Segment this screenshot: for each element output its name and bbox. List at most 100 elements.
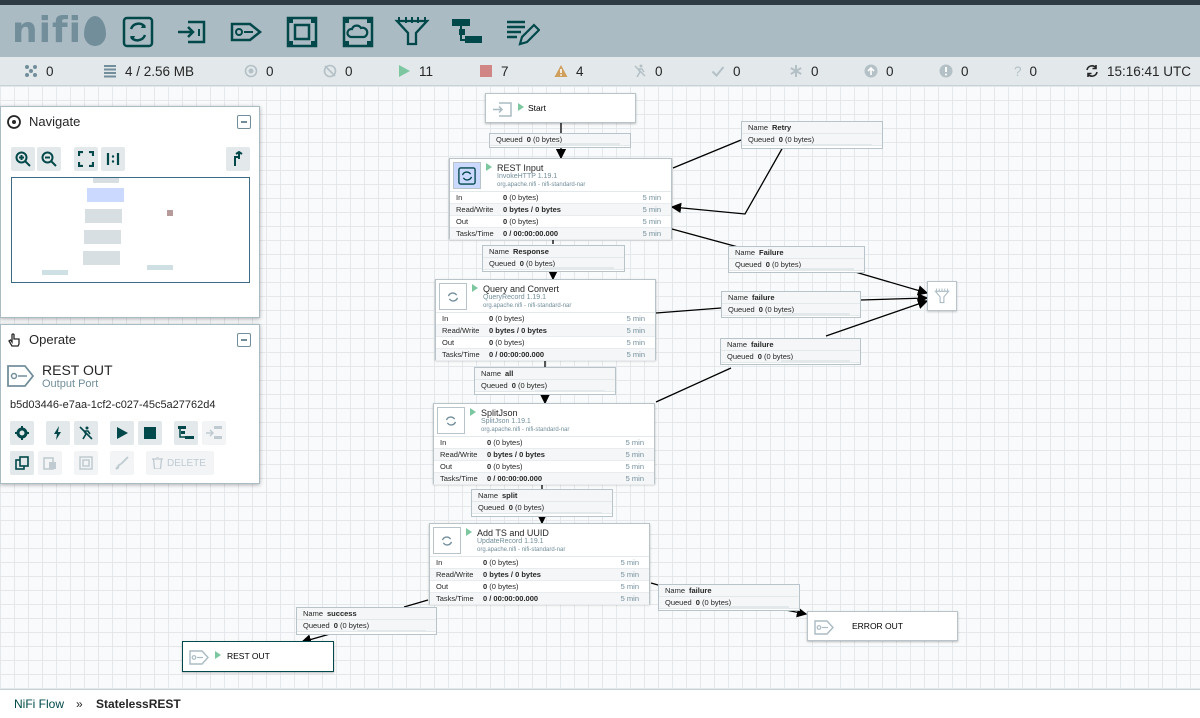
connection-success[interactable]: Name success Queued 0 (0 bytes) <box>296 607 437 635</box>
minimize-operate-button[interactable] <box>237 333 251 347</box>
processor-query-and-convert[interactable]: Query and Convert QueryRecord 1.19.1 org… <box>435 279 656 361</box>
input-port-icon[interactable] <box>174 14 210 50</box>
output-port-icon <box>7 365 35 387</box>
funnel-icon <box>934 288 950 304</box>
connection-start-to-rest-input[interactable]: Queued 0 (0 bytes) <box>489 133 631 148</box>
disabled-icon <box>79 426 93 440</box>
paint-brush-icon <box>115 456 129 470</box>
processor-icon <box>437 407 465 434</box>
processor-bundle: org.apache.nifi - nifi-standard-nar <box>483 303 572 309</box>
gear-icon <box>15 426 29 440</box>
label-icon[interactable] <box>504 14 541 50</box>
start-input-port[interactable]: Start <box>485 93 636 123</box>
processor-name: SplitJson <box>481 408 518 418</box>
connection-failure-query[interactable]: Name failure Queued 0 (0 bytes) <box>721 291 861 318</box>
selected-component-name: REST OUT <box>42 362 113 378</box>
refresh-icon[interactable] <box>1085 64 1099 78</box>
last-refreshed[interactable]: 15:16:41 UTC <box>1085 63 1191 81</box>
stat-out: Out 0 (0 bytes) 5 min <box>450 216 671 228</box>
running-indicator <box>215 651 221 659</box>
breadcrumb-current[interactable]: StatelessREST <box>96 690 181 718</box>
processor-icon[interactable] <box>120 14 156 50</box>
delete-button[interactable]: DELETE <box>146 451 214 475</box>
processor-splitjson[interactable]: SplitJson SplitJson 1.19.1 org.apache.ni… <box>433 403 655 485</box>
funnel[interactable] <box>927 281 957 311</box>
stop-button[interactable] <box>138 421 162 445</box>
start-button[interactable] <box>110 421 134 445</box>
processor-name: Query and Convert <box>483 284 560 294</box>
process-group-icon[interactable] <box>284 14 320 50</box>
nifi-logo: nifi <box>12 11 106 51</box>
expand-icon <box>78 151 94 167</box>
connection-response[interactable]: Name Response Queued 0 (0 bytes) <box>482 245 625 272</box>
minimize-navigate-button[interactable] <box>237 115 251 129</box>
upload-template-button[interactable] <box>202 421 226 445</box>
paste-button[interactable] <box>38 451 62 475</box>
name-row: Name all <box>475 368 615 380</box>
processor-bundle: org.apache.nifi - nifi-standard-nar <box>477 547 566 553</box>
hand-pointer-icon <box>8 333 20 347</box>
color-button[interactable] <box>110 451 134 475</box>
processor-icon <box>453 162 481 189</box>
remote-process-group-icon[interactable] <box>340 14 376 50</box>
processor-rest-input[interactable]: REST Input InvokeHTTP 1.19.1 org.apache.… <box>449 158 672 240</box>
header: nifi <box>0 5 1200 57</box>
running-indicator <box>470 408 476 416</box>
stat-in: In 0 (0 bytes) 5 min <box>450 192 671 204</box>
breadcrumb-root[interactable]: NiFi Flow <box>14 690 64 718</box>
create-template-button[interactable] <box>174 421 198 445</box>
not-transmitting-icon <box>323 64 337 78</box>
group-button[interactable] <box>74 451 98 475</box>
port-name: Start <box>528 103 546 113</box>
leave-group-button[interactable] <box>226 147 250 171</box>
connection-failure-split[interactable]: Name failure Queued 0 (0 bytes) <box>720 338 861 365</box>
transmitting-rpg-status: 0 <box>244 63 274 81</box>
processor-add-ts-and-uuid[interactable]: Add TS and UUID UpdateRecord 1.19.1 org.… <box>429 523 650 605</box>
lightning-icon <box>54 426 61 440</box>
zoom-in-icon <box>15 151 31 167</box>
locally-modified-stale-status: 0 <box>939 63 969 81</box>
port-name: ERROR OUT <box>852 621 903 631</box>
error-out-output-port[interactable]: ERROR OUT <box>807 611 958 641</box>
connection-retry[interactable]: Name Retry Queued 0 (0 bytes) <box>741 121 883 149</box>
fit-button[interactable] <box>74 147 98 171</box>
disable-button[interactable] <box>74 421 98 445</box>
stop-icon <box>480 65 492 77</box>
output-port-icon <box>814 620 834 635</box>
copy-button[interactable] <box>10 451 34 475</box>
output-port-icon[interactable] <box>229 14 265 50</box>
configure-button[interactable] <box>10 421 34 445</box>
stat-tasks: Tasks/Time 0 / 00:00:00.000 5 min <box>430 593 649 605</box>
not-transmitting-rpg-status: 0 <box>323 63 353 81</box>
zoom-in-button[interactable] <box>11 147 35 171</box>
group-icon <box>79 456 93 470</box>
funnel-icon[interactable] <box>394 14 430 50</box>
processor-type: QueryRecord 1.19.1 <box>483 294 547 301</box>
template-icon[interactable] <box>449 14 485 50</box>
enable-button[interactable] <box>46 421 70 445</box>
transmitting-icon <box>244 64 258 78</box>
stat-out: Out 0 (0 bytes) 5 min <box>434 461 654 473</box>
processor-name: Add TS and UUID <box>477 528 549 538</box>
stat-read-write: Read/Write 0 bytes / 0 bytes 5 min <box>430 569 649 581</box>
name-row: Name failure <box>659 585 799 597</box>
processor-icon <box>433 527 461 554</box>
sync-failure-status: ? 0 <box>1014 64 1038 79</box>
navigate-header: Navigate <box>1 107 259 137</box>
connection-failure-add-ts[interactable]: Name failure Queued 0 (0 bytes) <box>658 584 800 611</box>
zoom-out-button[interactable] <box>37 147 61 171</box>
list-icon <box>104 65 116 78</box>
running-indicator <box>518 103 524 111</box>
name-row: Name success <box>297 608 436 620</box>
play-icon <box>117 427 128 439</box>
operate-header: Operate <box>1 325 259 355</box>
rest-out-output-port[interactable]: REST OUT <box>182 641 334 672</box>
transmitting-status: 0 <box>24 63 54 81</box>
birdseye-view[interactable] <box>11 177 250 283</box>
play-icon <box>399 65 410 77</box>
actual-size-button[interactable] <box>101 147 125 171</box>
connection-split[interactable]: Name split Queued 0 (0 bytes) <box>471 489 613 517</box>
connection-failure-rest-input[interactable]: Name Failure Queued 0 (0 bytes) <box>728 246 865 273</box>
stat-tasks: Tasks/Time 0 / 00:00:00.000 5 min <box>436 349 655 361</box>
connection-all[interactable]: Name all Queued 0 (0 bytes) <box>474 367 616 395</box>
